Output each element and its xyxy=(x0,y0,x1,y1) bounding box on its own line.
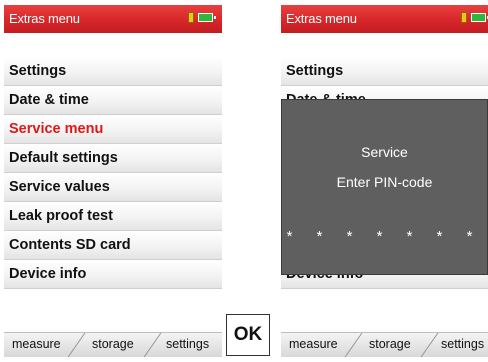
menu-item-settings[interactable]: Settings xyxy=(4,57,222,86)
battery-icon xyxy=(198,13,216,22)
title-bar: Extras menu xyxy=(4,5,222,33)
softkey-bar: measure storage settings xyxy=(4,332,222,357)
menu-item-service-values[interactable]: Service values xyxy=(4,173,222,202)
tab-divider xyxy=(67,333,86,357)
screen-title: Extras menu xyxy=(9,11,80,26)
battery-icon xyxy=(471,13,488,22)
menu-item-date-time[interactable]: Date & time xyxy=(4,86,222,115)
tab-divider xyxy=(344,333,363,357)
menu-item-service-menu[interactable]: Service menu xyxy=(4,115,222,144)
dialog-title: Service xyxy=(361,144,408,160)
tab-measure[interactable]: measure xyxy=(289,337,338,351)
tab-settings[interactable]: settings xyxy=(166,337,209,351)
menu-item-device-info[interactable]: Device info xyxy=(4,260,222,289)
dialog-prompt: Enter PIN-code xyxy=(336,174,433,190)
menu-list: Settings Date & time Service menu Defaul… xyxy=(4,57,222,289)
tab-settings[interactable]: settings xyxy=(441,337,484,351)
menu-item-default-settings[interactable]: Default settings xyxy=(4,144,222,173)
menu-item-leak-proof-test[interactable]: Leak proof test xyxy=(4,202,222,231)
tab-divider xyxy=(143,333,162,357)
pin-input[interactable]: * * * * * * * xyxy=(282,228,487,245)
softkey-bar: measure storage settings xyxy=(281,332,488,357)
extras-menu-screen: Extras menu Settings Date & time Service… xyxy=(4,5,222,357)
ok-button[interactable]: OK xyxy=(226,314,270,356)
sd-card-icon xyxy=(188,12,194,23)
tab-divider xyxy=(420,333,439,357)
menu-item-contents-sd-card[interactable]: Contents SD card xyxy=(4,231,222,260)
tab-measure[interactable]: measure xyxy=(12,337,61,351)
pin-entry-screen: Extras menu Settings Date & time Device … xyxy=(281,5,488,357)
menu-item-settings[interactable]: Settings xyxy=(281,57,488,86)
pin-dialog: Service Enter PIN-code * * * * * * * xyxy=(281,99,488,275)
tab-storage[interactable]: storage xyxy=(369,337,411,351)
sd-card-icon xyxy=(461,12,467,23)
tab-storage[interactable]: storage xyxy=(92,337,134,351)
title-bar: Extras menu xyxy=(281,5,488,33)
screen-title: Extras menu xyxy=(286,11,357,26)
